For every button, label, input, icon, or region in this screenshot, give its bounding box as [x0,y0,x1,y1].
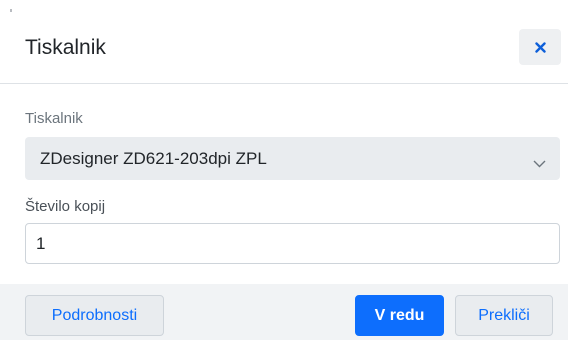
dialog-header: Tiskalnik [0,0,568,84]
dialog-title: Tiskalnik [25,36,106,59]
close-icon [534,41,546,53]
cancel-button[interactable]: Prekliči [455,295,553,336]
copies-input[interactable] [25,223,560,264]
copies-label: Število kopij [25,198,106,215]
ok-button[interactable]: V redu [355,295,444,336]
print-dialog: Tiskalnik Tiskalnik ZDesigner ZD621-203d… [0,0,568,340]
details-button[interactable]: Podrobnosti [25,295,164,336]
close-button[interactable] [519,29,561,65]
printer-select-value: ZDesigner ZD621-203dpi ZPL [40,148,267,168]
printer-select[interactable]: ZDesigner ZD621-203dpi ZPL [25,137,560,180]
printer-label: Tiskalnik [25,110,83,127]
chevron-down-icon [533,153,546,173]
